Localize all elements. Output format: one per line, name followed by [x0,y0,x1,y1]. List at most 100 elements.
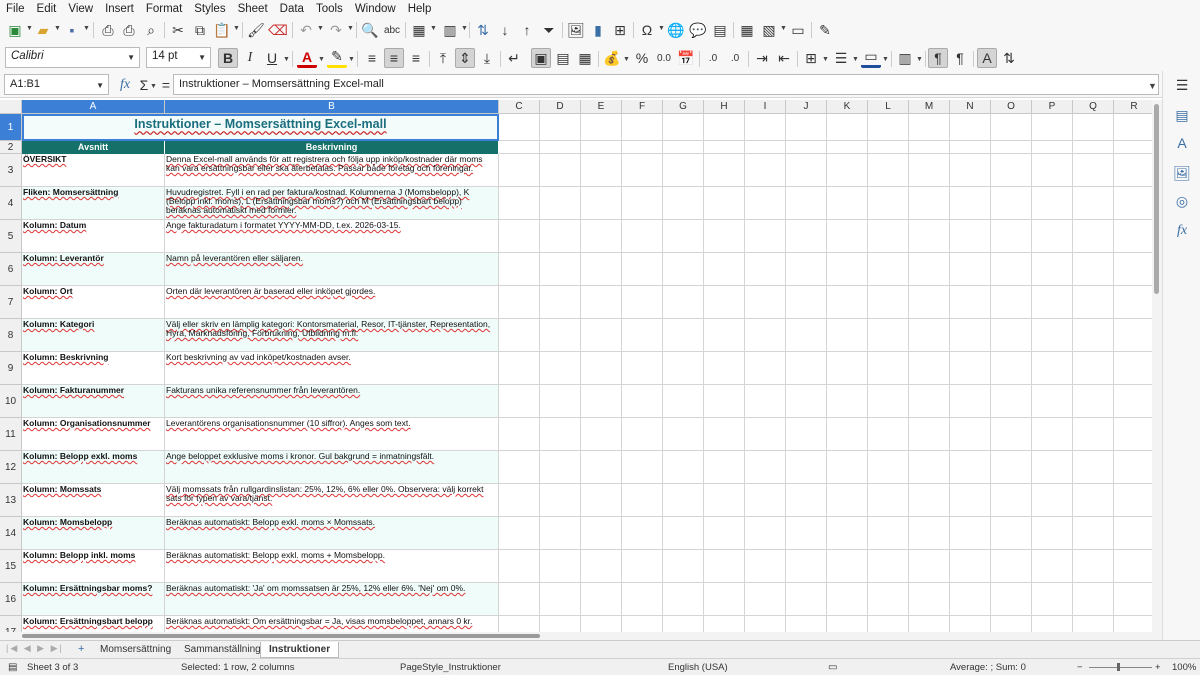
column-header-k[interactable]: K [827,100,868,114]
empty-cell[interactable] [909,141,950,154]
empty-cell[interactable] [663,484,704,517]
tab-sammanstallning[interactable]: Sammanställning [176,642,269,658]
empty-cell[interactable] [622,141,663,154]
menu-help[interactable]: Help [402,3,438,15]
clear-formatting-icon[interactable]: ⌫ [268,20,288,40]
empty-cell[interactable] [868,319,909,352]
column-header-g[interactable]: G [663,100,704,114]
empty-cell[interactable] [581,550,622,583]
section-cell[interactable]: Kolumn: Belopp exkl. moms [22,451,165,484]
empty-cell[interactable] [581,187,622,220]
empty-cell[interactable] [827,583,868,616]
empty-cell[interactable] [1073,583,1114,616]
description-cell[interactable]: Orten där leverantören är baserad eller … [165,286,499,319]
empty-cell[interactable] [786,114,827,141]
empty-cell[interactable] [499,418,540,451]
empty-cell[interactable] [991,253,1032,286]
empty-cell[interactable] [704,517,745,550]
empty-cell[interactable] [704,220,745,253]
description-cell[interactable]: Ange fakturadatum i formatet YYYY-MM-DD,… [165,220,499,253]
pivot-table-icon[interactable]: ⊞ [610,20,630,40]
open-folder-icon[interactable]: ▰ [33,20,53,40]
empty-cell[interactable] [704,484,745,517]
empty-cell[interactable] [991,583,1032,616]
empty-cell[interactable] [540,616,581,632]
headers-footers-icon[interactable]: ▤ [710,20,730,40]
empty-cell[interactable] [827,114,868,141]
empty-cell[interactable] [827,187,868,220]
empty-cell[interactable] [622,451,663,484]
empty-cell[interactable] [950,451,991,484]
increase-indent-icon[interactable]: ⇥ [752,48,772,68]
empty-cell[interactable] [1073,319,1114,352]
row-header[interactable]: 2 [0,141,22,154]
column-header-a[interactable]: A [22,100,165,114]
row-header[interactable]: 12 [0,451,22,484]
empty-cell[interactable] [827,385,868,418]
horizontal-scrollbar[interactable] [0,632,1162,640]
sort-descending-icon[interactable]: ↑ [517,20,537,40]
menu-sheet[interactable]: Sheet [232,3,274,15]
row-header[interactable]: 9 [0,352,22,385]
empty-cell[interactable] [1114,583,1152,616]
redo-dropdown-icon[interactable]: ▼ [347,25,354,32]
section-cell[interactable]: Kolumn: Datum [22,220,165,253]
tab-momsersattning[interactable]: Momsersättning [92,642,179,658]
empty-cell[interactable] [909,220,950,253]
row-header[interactable]: 3 [0,154,22,187]
empty-cell[interactable] [663,286,704,319]
empty-cell[interactable] [704,286,745,319]
empty-cell[interactable] [786,616,827,632]
empty-cell[interactable] [581,385,622,418]
empty-cell[interactable] [827,286,868,319]
description-cell[interactable]: Kort beskrivning av vad inköpet/kostnade… [165,352,499,385]
empty-cell[interactable] [704,616,745,632]
empty-cell[interactable] [1032,583,1073,616]
description-cell[interactable]: Namn på leverantören eller säljaren. [165,253,499,286]
empty-cell[interactable] [581,418,622,451]
currency-dropdown-icon[interactable]: ▼ [623,56,630,63]
empty-cell[interactable] [1032,550,1073,583]
empty-cell[interactable] [909,385,950,418]
empty-cell[interactable] [1032,286,1073,319]
column-header-c[interactable]: C [499,100,540,114]
empty-cell[interactable] [868,187,909,220]
empty-cell[interactable] [827,484,868,517]
description-cell[interactable]: Beräknas automatiskt: Belopp exkl. moms … [165,517,499,550]
empty-cell[interactable] [622,385,663,418]
empty-cell[interactable] [1032,385,1073,418]
zoom-slider[interactable] [1089,667,1152,668]
empty-cell[interactable] [622,187,663,220]
empty-cell[interactable] [1032,517,1073,550]
spelling-icon[interactable]: abc [382,20,402,40]
empty-cell[interactable] [1073,220,1114,253]
column-header-d[interactable]: D [540,100,581,114]
empty-cell[interactable] [1114,451,1152,484]
description-cell[interactable]: Huvudregistret. Fyll i en rad per faktur… [165,187,499,220]
underline-button[interactable]: U [262,48,282,68]
border-style-icon[interactable]: ☰ [831,48,851,68]
empty-cell[interactable] [1032,220,1073,253]
empty-cell[interactable] [827,418,868,451]
column-header-f[interactable]: F [622,100,663,114]
row-dropdown-icon[interactable]: ▼ [430,25,437,32]
section-cell[interactable]: Fliken: Momsersättning [22,187,165,220]
empty-cell[interactable] [704,154,745,187]
empty-cell[interactable] [745,484,786,517]
column-header-p[interactable]: P [1032,100,1073,114]
navigator-icon[interactable]: ◎ [1172,191,1192,211]
empty-cell[interactable] [827,154,868,187]
merge-center-icon[interactable]: ▣ [531,48,551,68]
empty-cell[interactable] [1114,319,1152,352]
empty-cell[interactable] [1114,154,1152,187]
empty-cell[interactable] [868,154,909,187]
highlight-color-icon[interactable]: ✎ [327,48,347,68]
description-cell[interactable]: Välj momssats från rullgardinslistan: 25… [165,484,499,517]
empty-cell[interactable] [663,141,704,154]
empty-cell[interactable] [909,114,950,141]
empty-cell[interactable] [991,141,1032,154]
empty-cell[interactable] [827,550,868,583]
empty-cell[interactable] [540,286,581,319]
empty-cell[interactable] [909,583,950,616]
empty-cell[interactable] [704,141,745,154]
